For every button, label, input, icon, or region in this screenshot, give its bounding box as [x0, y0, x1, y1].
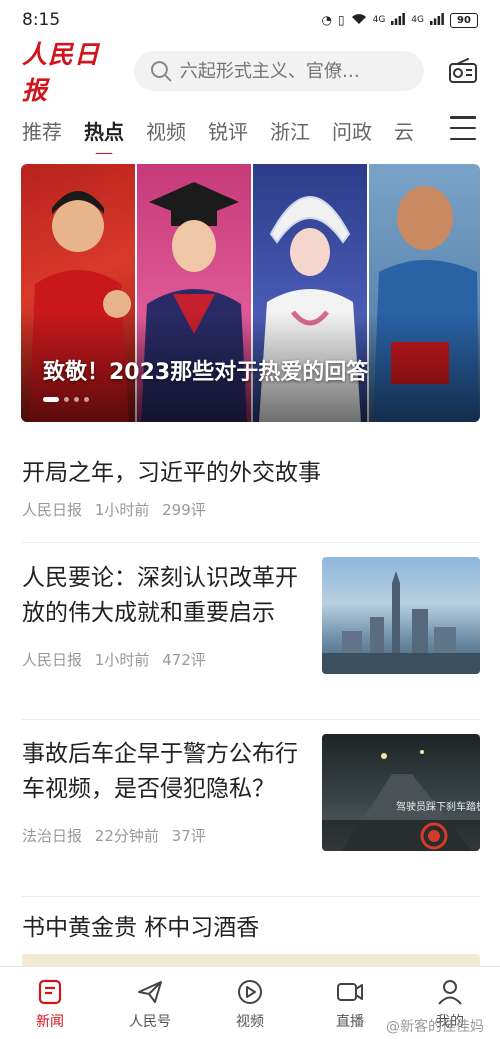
nav-label: 直播 [336, 1014, 364, 1030]
tab-zhejiang[interactable]: 浙江 [270, 116, 310, 145]
status-icons: ◔ ▯ 4G 4G 90 [321, 12, 478, 28]
news-feed: 开局之年，习近平的外交故事 人民日报 1小时前 299评 人民要论：深刻认识改革… [22, 440, 480, 977]
news-item[interactable]: 开局之年，习近平的外交故事 人民日报 1小时前 299评 [22, 440, 480, 543]
search-icon [150, 61, 172, 82]
news-comments: 299评 [162, 501, 206, 519]
signal-icon-1 [391, 12, 406, 28]
play-icon [238, 980, 262, 1004]
user-icon [438, 980, 462, 1005]
news-thumbnail-city [322, 557, 480, 674]
news-time: 1小时前 [94, 501, 150, 519]
tab-hot[interactable]: 热点 [84, 116, 124, 145]
news-title: 书中黄金贵 杯中习酒香 [22, 915, 260, 941]
search-input[interactable] [179, 60, 408, 82]
news-item[interactable]: 人民要论：深刻认识改革开放的伟大成就和重要启示 人民日报 1小时前 472评 [22, 543, 480, 720]
network-label-1: 4G [372, 15, 386, 25]
nfc-icon: ◔ [321, 13, 332, 27]
news-title: 开局之年，习近平的外交故事 [22, 460, 321, 486]
banner-carousel[interactable]: 致敬！2023那些对于热爱的回答 [21, 164, 480, 422]
tab-commentary[interactable]: 锐评 [208, 116, 248, 145]
nav-live[interactable]: 直播 [300, 967, 400, 1039]
radio-button[interactable] [446, 54, 480, 88]
news-item[interactable]: 书中黄金贵 杯中习酒香 [22, 897, 480, 977]
network-label-2: 4G [411, 15, 424, 25]
news-title: 人民要论：深刻认识改革开放的伟大成就和重要启示 [22, 565, 298, 626]
news-comments: 37评 [171, 827, 206, 845]
carousel-dot [84, 397, 89, 402]
vibrate-icon: ▯ [337, 13, 345, 27]
tab-cloud[interactable]: 云 [394, 116, 414, 145]
search-box[interactable] [134, 51, 424, 91]
news-icon [38, 979, 62, 1005]
news-title: 事故后车企早于警方公布行车视频，是否侵犯隐私？ [22, 741, 298, 802]
news-comments: 472评 [162, 651, 206, 669]
menu-icon[interactable] [450, 116, 476, 140]
news-item[interactable]: 事故后车企早于警方公布行车视频，是否侵犯隐私？ 法治日报 22分钟前 37评 驾… [22, 720, 480, 897]
carousel-indicator [43, 397, 89, 402]
app-header: 人民日报 [0, 40, 500, 105]
radio-icon [449, 58, 477, 83]
banner-title[interactable]: 致敬！2023那些对于热爱的回答 [43, 354, 368, 386]
carousel-dot [74, 397, 79, 402]
news-thumbnail-video: 驾驶员踩下刹车踏板 [322, 734, 480, 851]
news-source: 人民日报 [22, 651, 83, 669]
news-time: 22分钟前 [94, 827, 159, 845]
nav-label: 视频 [236, 1014, 264, 1030]
signal-icon-2 [430, 12, 444, 28]
nav-label: 新闻 [36, 1014, 64, 1030]
status-time: 8:15 [22, 10, 61, 30]
tab-recommend[interactable]: 推荐 [22, 116, 62, 145]
carousel-dot [64, 397, 69, 402]
nav-people[interactable]: 人民号 [100, 967, 200, 1039]
watermark: @新客的佳佳妈 [386, 1019, 484, 1035]
news-meta: 人民日报 1小时前 299评 [22, 499, 480, 520]
nav-news[interactable]: 新闻 [0, 967, 100, 1039]
tab-video[interactable]: 视频 [146, 116, 186, 145]
paper-plane-icon [138, 981, 162, 1003]
nav-video[interactable]: 视频 [200, 967, 300, 1039]
battery-icon: 90 [450, 12, 478, 28]
carousel-dot [43, 397, 59, 402]
nav-label: 人民号 [129, 1014, 171, 1030]
wifi-icon [351, 12, 367, 28]
news-source: 法治日报 [22, 827, 83, 845]
news-source: 人民日报 [22, 501, 83, 519]
status-bar: 8:15 ◔ ▯ 4G 4G 90 [0, 0, 500, 40]
news-time: 1小时前 [94, 651, 150, 669]
camera-icon [337, 983, 363, 1001]
tab-inquiry[interactable]: 问政 [332, 116, 372, 145]
thumbnail-caption: 驾驶员踩下刹车踏板 [396, 802, 480, 813]
app-logo[interactable]: 人民日报 [22, 35, 122, 107]
